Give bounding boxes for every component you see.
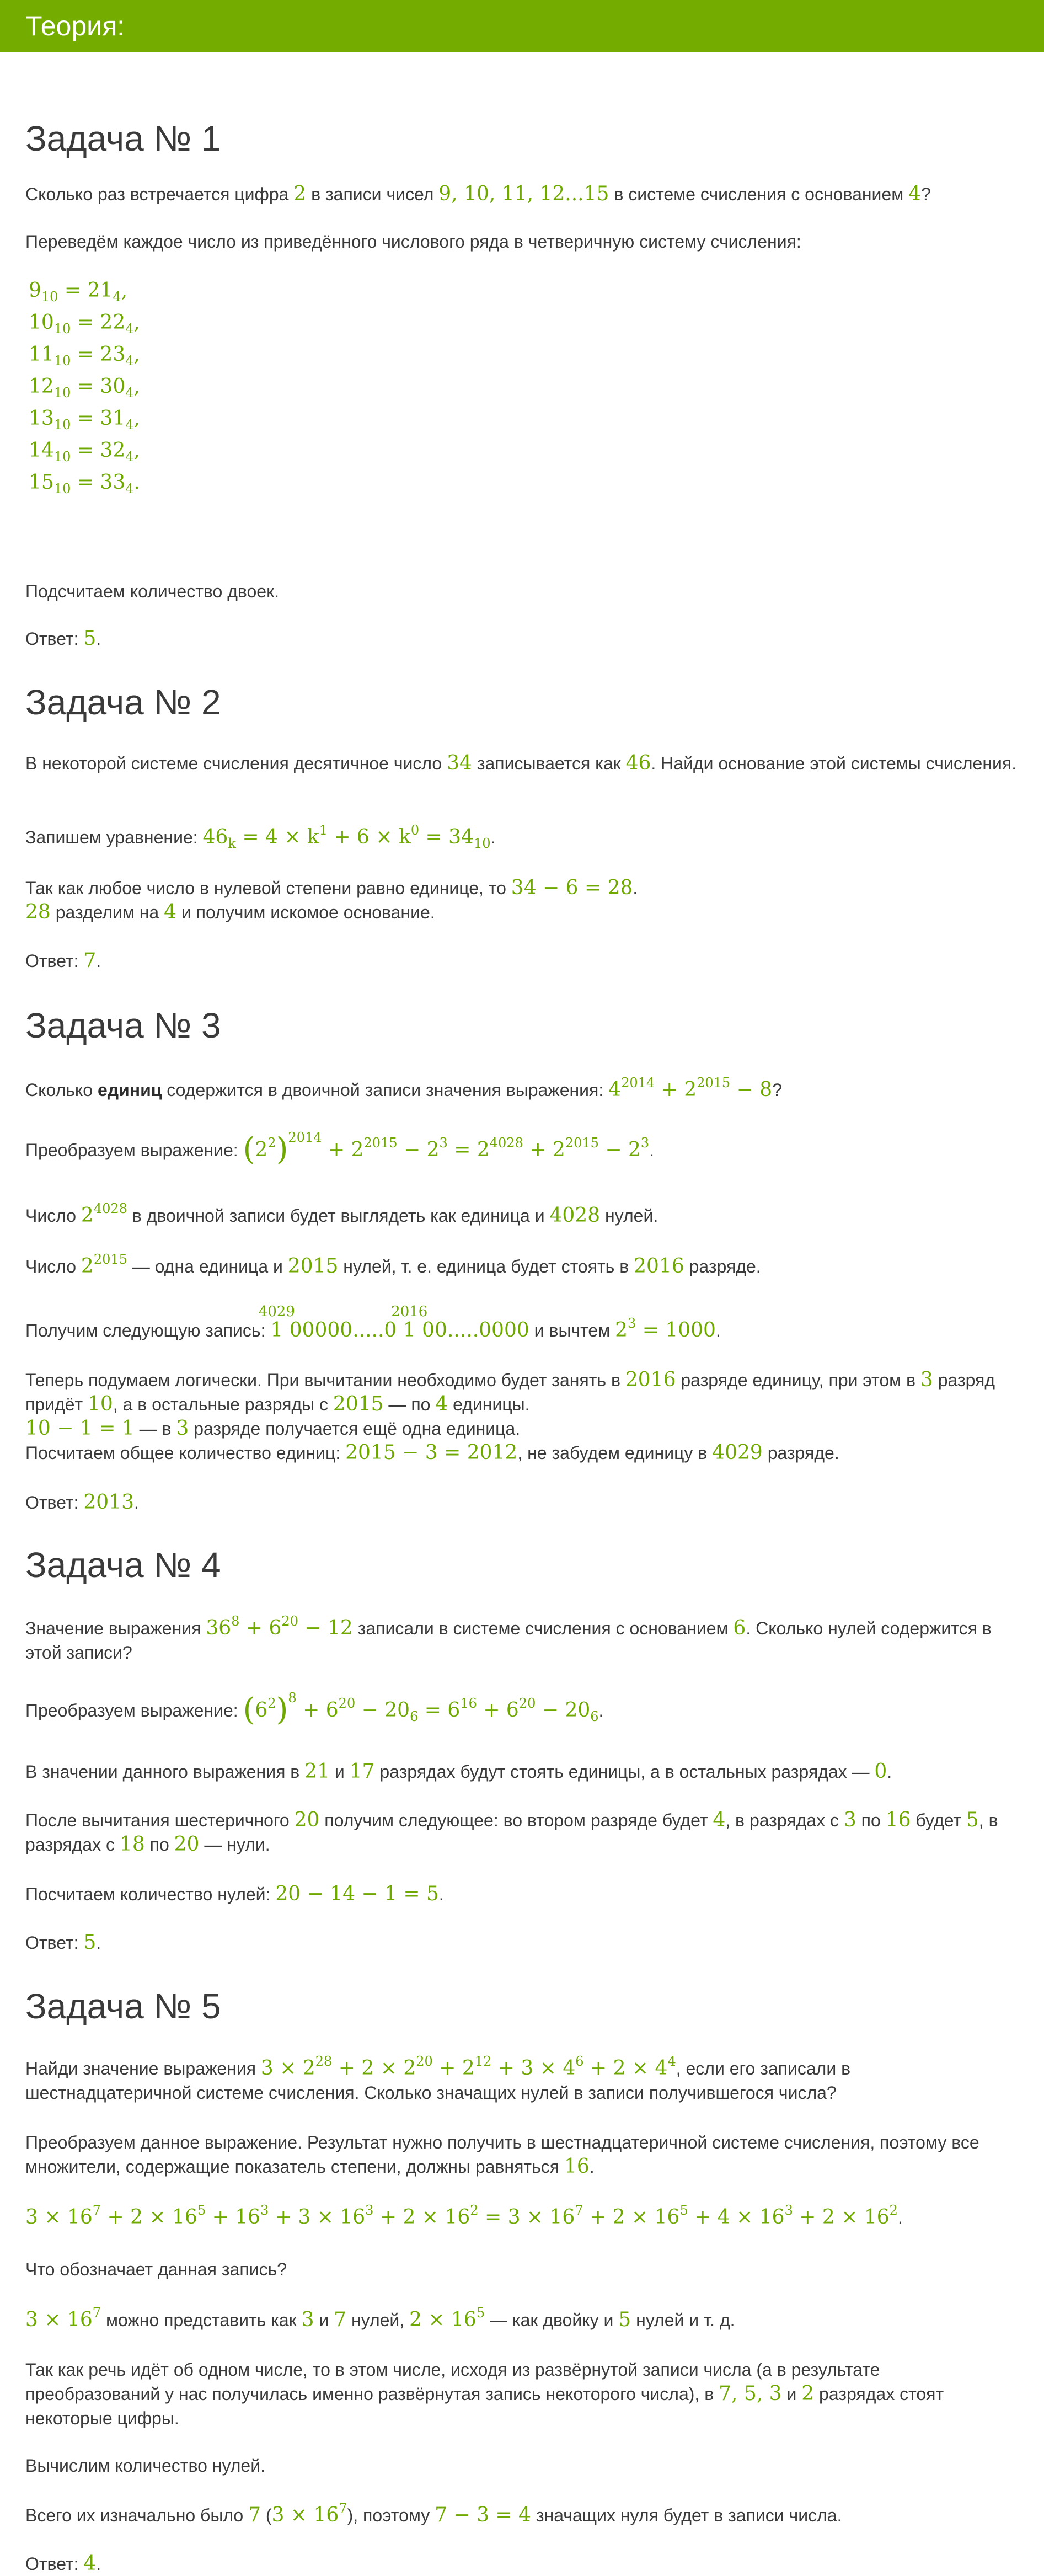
header-title: Теория: (25, 10, 125, 41)
task-1-step: Переведём каждое число из приведённого ч… (25, 232, 801, 252)
task-5-title: Задача № 5 (25, 1986, 221, 2026)
task-5-digits: Так как речь идёт об одном числе, то в э… (25, 2360, 944, 2428)
theory-header: Теория: (0, 0, 1044, 52)
task-5-question: Найди значение выражения 3 × 228 + 2 × 2… (25, 2054, 851, 2103)
task-4-step-1: В значении данного выражения в 21 и 17 р… (25, 1760, 892, 1783)
conversion-row: 1110 = 234, (29, 343, 140, 368)
conversion-row: 1010 = 224, (29, 311, 140, 336)
task-4-step-2: После вычитания шестеричного 20 получим … (25, 1809, 998, 1856)
task-1-question: Сколько раз встречается цифра 2 в записи… (25, 183, 931, 205)
task-3-transform: Преобразуем выражение: (22)2014 + 22015 … (25, 1130, 655, 1167)
task-1-title: Задача № 1 (25, 119, 221, 158)
task-2-step: Так как любое число в нулевой степени ра… (25, 877, 638, 923)
task-3-logic: Теперь подумаем логически. При вычитании… (25, 1369, 995, 1464)
task-5-compute: Вычислим количество нулей. (25, 2456, 265, 2476)
task-1-answer: Ответ: 5. (25, 627, 101, 650)
task-1-conversions: 910 = 214, 1010 = 224, 1110 = 234, 1210 … (29, 275, 140, 499)
task-4-transform: Преобразуем выражение: (62)8 + 620 − 206… (25, 1690, 604, 1728)
task-5-expanded: 3 × 167 + 2 × 165 + 163 + 3 × 163 + 2 × … (25, 2203, 903, 2228)
task-2-question: В некоторой системе счисления десятичное… (25, 752, 1017, 774)
task-4-title: Задача № 4 (25, 1545, 221, 1585)
task-3-step-2: Число 22015 — одна единица и 2015 нулей,… (25, 1252, 761, 1278)
task-2-answer: Ответ: 7. (25, 949, 101, 972)
conversion-row: 1210 = 304, (29, 375, 140, 400)
task-5-explain: 3 × 167 можно представить как 3 и 7 нуле… (25, 2305, 735, 2331)
task-3-answer: Ответ: 2013. (25, 1491, 139, 1514)
conversion-row: 910 = 214, (29, 279, 128, 304)
task-4-question: Значение выражения 368 + 620 − 12 записа… (25, 1613, 992, 1663)
task-3-record: Получим следующую запись: 4029 1 00000...… (25, 1303, 721, 1342)
task-3-question: Сколько единиц содержится в двоичной зап… (25, 1075, 782, 1101)
conversion-row: 1310 = 314, (29, 407, 140, 432)
task-1-count: Подсчитаем количество двоек. (25, 581, 279, 601)
task-3-step-1: Число 24028 в двоичной записи будет выгл… (25, 1201, 658, 1227)
task-5-meaning: Что обозначает данная запись? (25, 2259, 287, 2279)
task-2-equation: Запишем уравнение: 46k = 4 × k1 + 6 × k0… (25, 822, 496, 851)
task-2-title: Задача № 2 (25, 682, 221, 722)
conversion-row: 1410 = 324, (29, 439, 140, 464)
task-4-count: Посчитаем количество нулей: 20 − 14 − 1 … (25, 1883, 444, 1905)
task-5-total: Всего их изначально было 7 (3 × 167), по… (25, 2500, 842, 2526)
task-5-answer: Ответ: 4. (25, 2552, 101, 2575)
conversion-row: 1510 = 334. (29, 471, 140, 496)
task-4-answer: Ответ: 5. (25, 1931, 101, 1954)
content: Задача № 1 Сколько раз встречается цифра… (0, 52, 1044, 2575)
task-5-transform: Преобразуем данное выражение. Результат … (25, 2133, 979, 2178)
task-3-title: Задача № 3 (25, 1006, 221, 1045)
